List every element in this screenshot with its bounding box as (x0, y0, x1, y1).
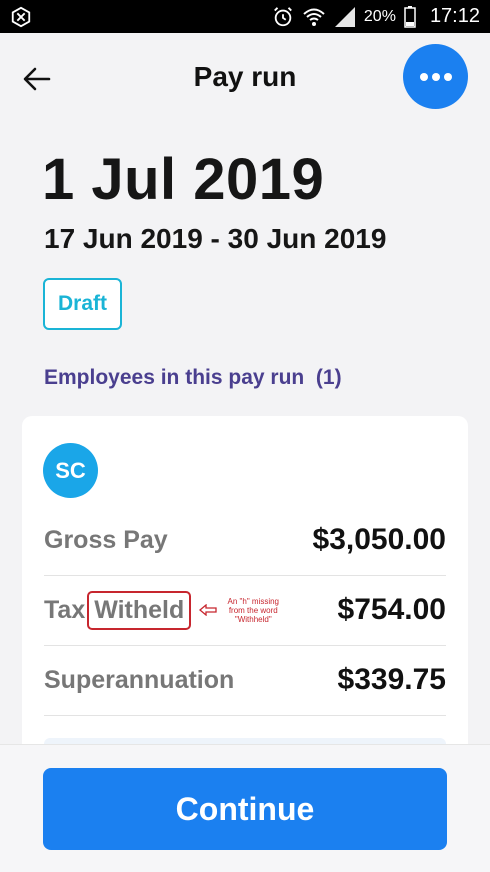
clock: 17:12 (429, 5, 480, 27)
bottom-bar: Continue (0, 744, 490, 872)
avatar: SC (43, 443, 98, 498)
annotation-line: from the word (228, 605, 278, 615)
status-icons: 20% 17:12 (272, 0, 480, 33)
status-bar: 20% 17:12 (0, 0, 490, 33)
tax-withheld-row: Tax Witheld An "h" missing from the word… (44, 575, 446, 646)
superannuation-label: Superannuation (44, 665, 235, 694)
continue-button[interactable]: Continue (43, 768, 447, 850)
header: Pay run (0, 33, 490, 123)
more-horizontal-icon (419, 72, 452, 81)
gross-pay-label: Gross Pay (44, 525, 168, 554)
employees-section-heading: Employees in this pay run (1) (44, 366, 342, 389)
wifi-icon (303, 8, 325, 26)
superannuation-row: Superannuation $339.75 (44, 645, 446, 716)
typo-highlight: Witheld (87, 590, 192, 630)
alarm-icon (274, 6, 292, 26)
tax-withheld-value: $754.00 (337, 593, 446, 626)
pay-run-date: 1 Jul 2019 (42, 147, 325, 212)
annotation-line: An "h" missing (227, 596, 280, 606)
pay-period: 17 Jun 2019 - 30 Jun 2019 (44, 223, 387, 254)
gross-pay-value: $3,050.00 (312, 523, 446, 556)
tax-label-prefix: Tax (44, 595, 86, 624)
battery-percent: 20% (363, 7, 396, 25)
arrow-left-annotation-icon (199, 604, 217, 616)
app-icon (11, 6, 31, 28)
annotation-line: "Withheld" (234, 614, 272, 624)
status-badge: Draft (43, 278, 122, 330)
annotation-note: An "h" missing from the word "Withheld" (222, 597, 284, 624)
superannuation-value: $339.75 (337, 663, 446, 696)
tax-label-group: Tax Witheld An "h" missing from the word… (44, 590, 284, 630)
signal-icon (334, 6, 355, 27)
gross-pay-row: Gross Pay $3,050.00 (44, 505, 446, 576)
more-button[interactable] (403, 44, 468, 109)
battery-icon (404, 5, 416, 28)
